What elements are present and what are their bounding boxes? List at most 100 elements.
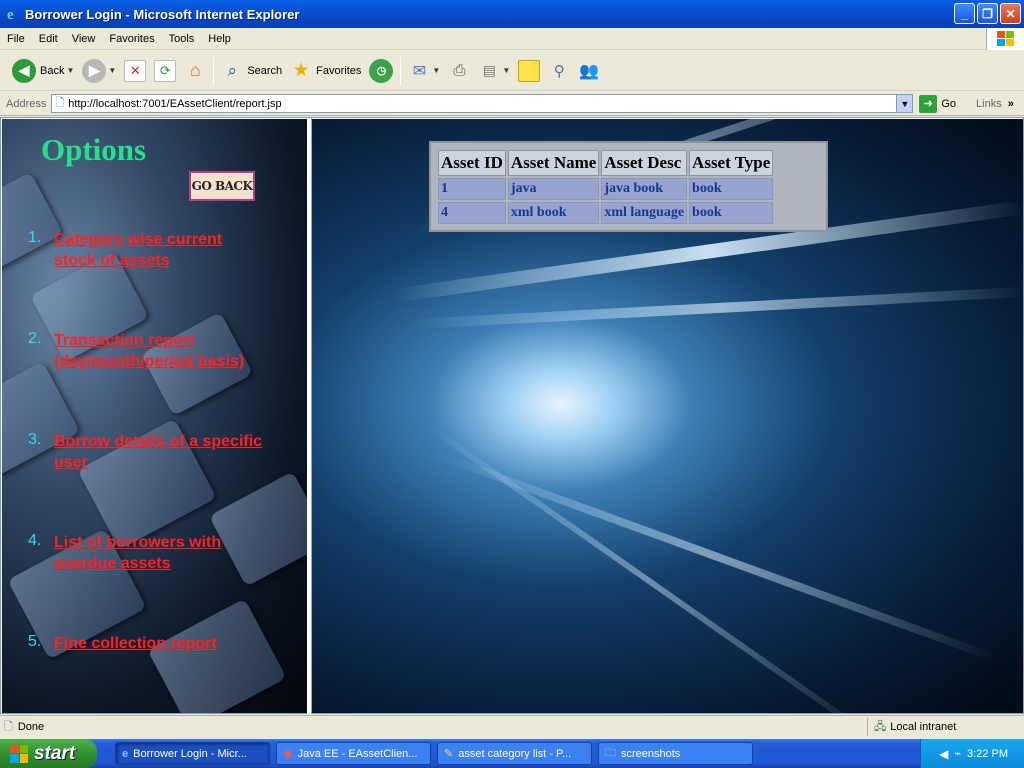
menu-favorites[interactable]: Favorites (102, 33, 161, 45)
chevron-left-icon[interactable]: ◀ (939, 747, 948, 761)
option-item: 2. Transaction report (day/month/period b… (28, 330, 298, 372)
option-item: 1. Category wise current stock of assets (28, 229, 298, 271)
transaction-report-link[interactable]: Transaction report (day/month/period basi… (54, 330, 244, 372)
refresh-icon: ⟳ (154, 59, 177, 82)
menu-view[interactable]: View (65, 33, 103, 45)
network-icon[interactable]: ⌁ (954, 747, 961, 760)
menu-tools[interactable]: Tools (162, 33, 202, 45)
start-button[interactable]: start (0, 739, 97, 768)
table-cell: xml book (507, 202, 600, 224)
fine-collection-link[interactable]: Fine collection report (54, 633, 217, 654)
go-button[interactable]: ➜ Go (919, 94, 956, 113)
category-stock-link[interactable]: Category wise current stock of assets (54, 229, 222, 271)
intranet-icon: 🖧 (874, 720, 887, 733)
svg-text:e: e (7, 7, 14, 22)
page-icon: 🗋 (55, 97, 65, 109)
table-header-row: Asset ID Asset Name Asset Desc Asset Typ… (438, 150, 774, 176)
eclipse-icon: ◉ (283, 748, 293, 760)
chevron-right-icon[interactable]: » (1008, 98, 1014, 110)
asset-table-container: Asset ID Asset Name Asset Desc Asset Typ… (429, 141, 828, 232)
option-number: 2. (28, 330, 42, 347)
menu-help[interactable]: Help (201, 33, 238, 45)
security-zone[interactable]: 🖧 Local intranet (867, 718, 956, 736)
minimize-button[interactable]: _ (954, 3, 975, 24)
search-button[interactable]: ⌕ Search (217, 54, 286, 88)
chevron-down-icon[interactable]: ▼ (66, 66, 74, 75)
go-back-button[interactable]: GO BACK (189, 171, 255, 201)
close-button[interactable]: ✕ (1000, 3, 1021, 24)
history-button[interactable]: ◷ (365, 54, 397, 88)
table-cell: xml language (601, 202, 688, 224)
taskbar-item-java-ee[interactable]: ◉ Java EE - EAssetClien... (276, 742, 431, 765)
column-header: Asset ID (438, 150, 506, 176)
mail-icon: ✉ (412, 62, 427, 80)
home-icon: ⌂ (189, 60, 201, 80)
options-title: Options (41, 132, 147, 167)
restore-button[interactable]: ❐ (977, 3, 998, 24)
chevron-down-icon[interactable]: ▼ (896, 95, 913, 112)
windows-flag-icon (986, 28, 1024, 50)
forward-button[interactable]: ▶ ▼ (78, 54, 120, 88)
star-icon: ★ (292, 60, 310, 81)
address-bar: Address 🗋 ▼ ➜ Go Links » (0, 92, 1024, 116)
option-number: 4. (28, 532, 42, 549)
favorites-button[interactable]: ★ Favorites (286, 54, 365, 88)
forward-arrow-icon: ▶ (82, 58, 107, 83)
keyboard-key-image (147, 598, 287, 713)
links-toolbar[interactable]: Links (976, 98, 1002, 110)
page-icon: 🗋 (4, 720, 13, 733)
history-icon: ◷ (369, 58, 394, 83)
messenger-button[interactable]: 👥 (574, 54, 604, 88)
clock[interactable]: 3:22 PM (967, 748, 1008, 760)
option-number: 3. (28, 431, 42, 448)
options-frame: Options GO BACK 1. Category wise current… (2, 119, 307, 713)
menu-file[interactable]: File (0, 33, 32, 45)
menu-edit[interactable]: Edit (32, 33, 65, 45)
window-controls: _ ❐ ✕ (954, 3, 1021, 24)
stop-button[interactable]: ✕ (120, 54, 150, 88)
chevron-down-icon[interactable]: ▼ (108, 66, 116, 75)
note-icon (518, 59, 541, 82)
back-arrow-icon: ◀ (12, 58, 36, 83)
toolbar-separator (213, 56, 215, 85)
mail-button[interactable]: ✉ ▼ (404, 54, 444, 88)
discuss-button[interactable] (514, 54, 544, 88)
menu-bar: File Edit View Favorites Tools Help (0, 28, 1024, 50)
taskbar-item-screenshots[interactable]: 🗀 screenshots (598, 742, 753, 765)
refresh-button[interactable]: ⟳ (150, 54, 180, 88)
address-field[interactable]: 🗋 ▼ (51, 94, 914, 113)
ie-logo-icon: e (5, 6, 21, 22)
borrow-details-link[interactable]: Borrow details of a specific user (54, 431, 262, 473)
light-streak-image (411, 286, 1023, 329)
back-button[interactable]: ◀ Back ▼ (8, 54, 78, 88)
table-row: 4 xml book xml language book (438, 202, 774, 224)
table-row: 1 java java book book (438, 178, 774, 200)
address-input[interactable] (68, 97, 889, 110)
address-label: Address (6, 97, 47, 110)
title-bar[interactable]: e Borrower Login - Microsoft Internet Ex… (0, 0, 1024, 28)
taskbar-item-borrower-login[interactable]: e Borrower Login - Micr... (115, 742, 270, 765)
standard-toolbar: ◀ Back ▼ ▶ ▼ ✕ ⟳ ⌂ ⌕ Search ★ Favorites … (0, 51, 1024, 91)
print-button[interactable]: ⎙ (444, 54, 474, 88)
light-streak-image (420, 419, 883, 713)
research-icon: ⚲ (553, 62, 565, 80)
taskbar: start e Borrower Login - Micr... ◉ Java … (0, 739, 1024, 768)
asset-table: Asset ID Asset Name Asset Desc Asset Typ… (436, 148, 775, 226)
edit-button[interactable]: ▤ ▼ (474, 54, 514, 88)
table-cell: 4 (438, 202, 506, 224)
chevron-down-icon[interactable]: ▼ (432, 66, 440, 75)
chevron-down-icon[interactable]: ▼ (502, 66, 510, 75)
home-button[interactable]: ⌂ (180, 54, 210, 88)
table-cell: java book (601, 178, 688, 200)
column-header: Asset Name (507, 150, 600, 176)
research-button[interactable]: ⚲ (544, 54, 574, 88)
printer-icon: ⎙ (453, 62, 466, 79)
edit-page-icon: ▤ (482, 62, 496, 78)
folder-icon: 🗀 (605, 747, 616, 759)
windows-flag-icon (10, 744, 28, 763)
go-arrow-icon: ➜ (919, 94, 938, 113)
overdue-borrowers-link[interactable]: List of borrowers with overdue assets (54, 532, 221, 574)
ie-window: e Borrower Login - Microsoft Internet Ex… (0, 0, 1024, 768)
taskbar-item-asset-category[interactable]: ✎ asset category list - P... (437, 742, 592, 765)
messenger-icon: 👥 (579, 62, 600, 80)
